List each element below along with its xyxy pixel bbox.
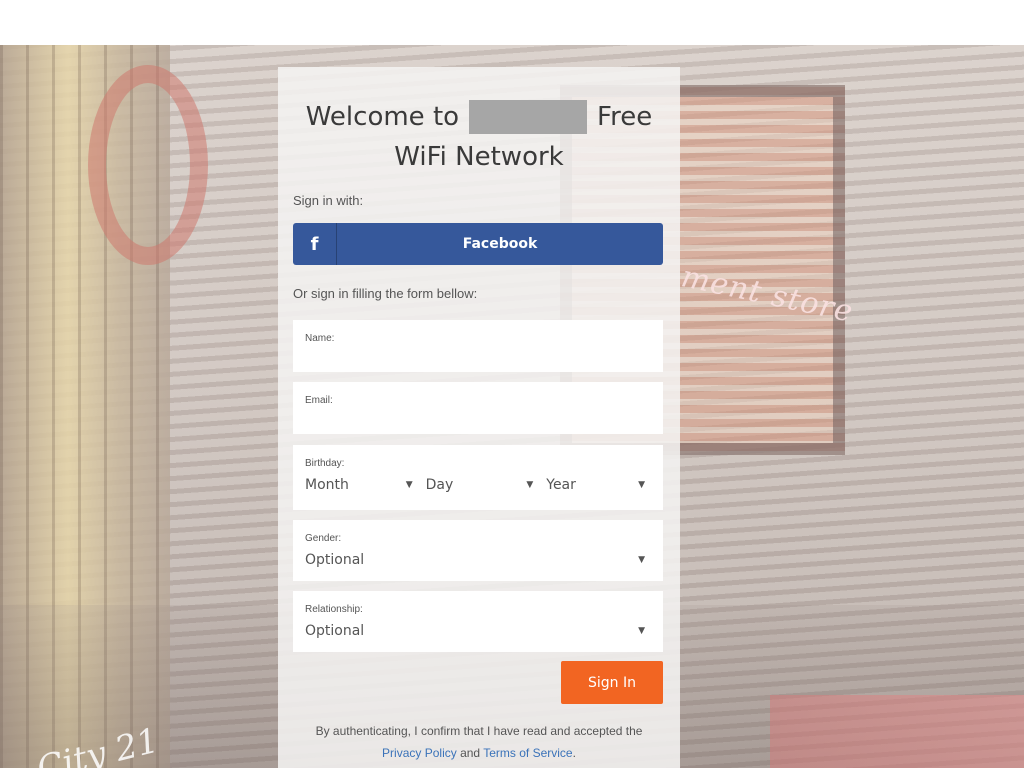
privacy-policy-link[interactable]: Privacy Policy bbox=[382, 746, 457, 760]
store-logo-ring bbox=[88, 65, 208, 265]
birthday-field: Birthday: Month ▼ Day ▼ Year ▼ bbox=[293, 445, 663, 510]
disclaimer-links: Privacy Policy and Terms of Service. bbox=[278, 742, 680, 764]
disclaimer-period: . bbox=[572, 746, 576, 760]
disclaimer-text: By authenticating, I confirm that I have… bbox=[315, 724, 643, 738]
terms-disclaimer: By authenticating, I confirm that I have… bbox=[278, 720, 680, 764]
email-field-label: Email: bbox=[305, 395, 333, 406]
title-line2: WiFi Network bbox=[394, 142, 564, 172]
facebook-login-button[interactable]: f Facebook bbox=[293, 223, 663, 265]
storefront-glow bbox=[770, 695, 1024, 768]
gender-field-label: Gender: bbox=[305, 533, 342, 544]
relationship-select[interactable]: Optional ▼ bbox=[305, 623, 651, 639]
gender-field[interactable]: Gender: Optional ▼ bbox=[293, 520, 663, 581]
relationship-select-value: Optional bbox=[305, 623, 365, 639]
title-suffix: Free bbox=[597, 102, 653, 132]
day-select-value: Day bbox=[425, 477, 454, 493]
email-input[interactable] bbox=[305, 410, 654, 430]
facebook-icon: f bbox=[293, 223, 337, 265]
birthday-field-label: Birthday: bbox=[305, 458, 345, 469]
gender-select[interactable]: Optional ▼ bbox=[305, 552, 651, 568]
top-blank-strip bbox=[0, 0, 1024, 45]
birthday-selects: Month ▼ Day ▼ Year ▼ bbox=[305, 477, 651, 493]
relationship-field-label: Relationship: bbox=[305, 604, 363, 615]
login-card: Welcome to Free WiFi Network Sign in wit… bbox=[278, 67, 680, 768]
chevron-down-icon: ▼ bbox=[526, 480, 534, 490]
name-field[interactable]: Name: bbox=[293, 320, 663, 372]
chevron-down-icon: ▼ bbox=[405, 480, 413, 490]
month-select-value: Month bbox=[305, 477, 349, 493]
email-field[interactable]: Email: bbox=[293, 382, 663, 434]
redacted-venue-name bbox=[469, 100, 588, 134]
page: ment store City 21 Welcome to Free WiFi … bbox=[0, 0, 1024, 768]
name-input[interactable] bbox=[305, 348, 654, 368]
birthday-day-select[interactable]: Day ▼ bbox=[426, 477, 540, 493]
gender-select-control[interactable]: Optional ▼ bbox=[305, 552, 651, 568]
chevron-down-icon: ▼ bbox=[638, 626, 645, 636]
relationship-field[interactable]: Relationship: Optional ▼ bbox=[293, 591, 663, 652]
terms-of-service-link[interactable]: Terms of Service bbox=[483, 746, 572, 760]
relationship-select-control[interactable]: Optional ▼ bbox=[305, 623, 651, 639]
signin-with-label: Sign in with: bbox=[293, 193, 364, 208]
signin-button[interactable]: Sign In bbox=[561, 661, 663, 704]
form-intro-label: Or sign in filling the form bellow: bbox=[293, 286, 478, 301]
disclaimer-and: and bbox=[460, 746, 481, 760]
facebook-button-label: Facebook bbox=[462, 236, 538, 252]
chevron-down-icon: ▼ bbox=[638, 555, 645, 565]
name-field-label: Name: bbox=[305, 333, 335, 344]
title-prefix: Welcome to bbox=[305, 102, 460, 132]
year-select-value: Year bbox=[546, 477, 576, 493]
page-title: Welcome to Free WiFi Network bbox=[278, 97, 680, 177]
gender-select-value: Optional bbox=[305, 552, 365, 568]
birthday-month-select[interactable]: Month ▼ bbox=[305, 477, 419, 493]
birthday-year-select[interactable]: Year ▼ bbox=[546, 477, 651, 493]
chevron-down-icon: ▼ bbox=[638, 480, 645, 490]
